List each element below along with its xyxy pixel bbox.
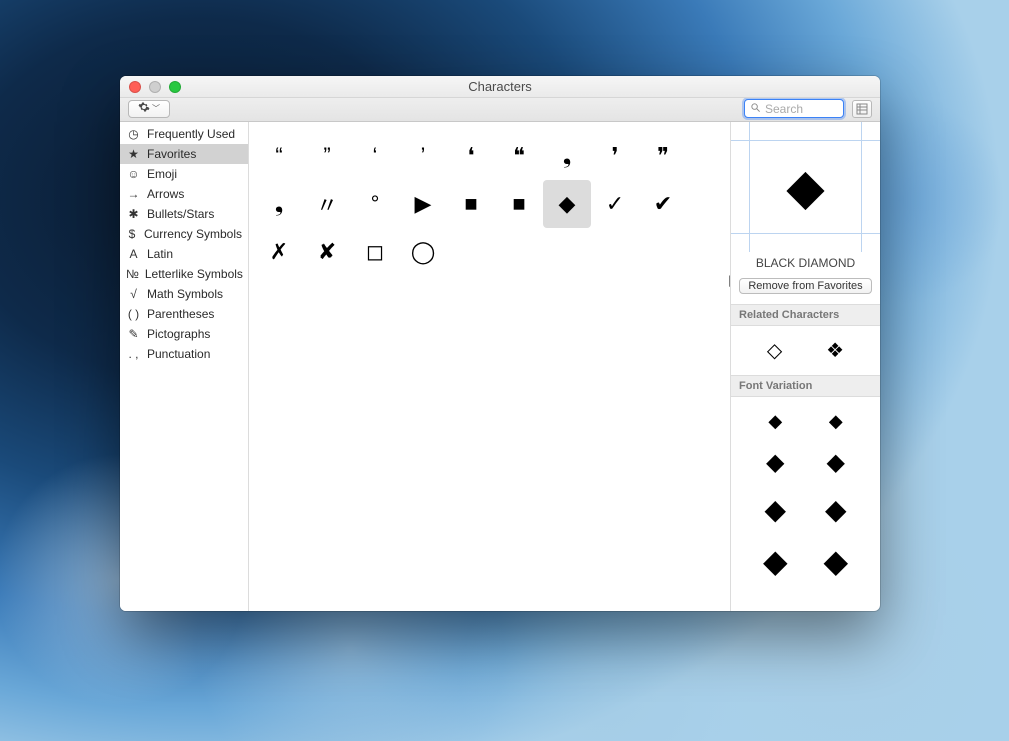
character-cell[interactable]: ■ <box>447 180 495 228</box>
font-variation[interactable]: ◆ <box>829 411 843 432</box>
zoom-window-button[interactable] <box>169 81 181 93</box>
sidebar-item-arrows[interactable]: → Arrows <box>120 184 248 204</box>
gear-icon <box>138 101 150 116</box>
character-cell[interactable]: ❝ <box>495 132 543 180</box>
sidebar-item-label: Latin <box>147 247 173 261</box>
actions-menu-button[interactable]: ﹀ <box>128 100 170 118</box>
character-cell[interactable]: ■ <box>495 180 543 228</box>
sidebar-item-favorites[interactable]: ★ Favorites <box>120 144 248 164</box>
sidebar-item-label: Punctuation <box>147 347 210 361</box>
latin-icon: A <box>126 247 141 261</box>
character-cell[interactable]: ✔ <box>639 180 687 228</box>
pictograph-icon: ✎ <box>126 327 141 341</box>
character-cell[interactable]: ❛ <box>447 132 495 180</box>
sidebar-item-parentheses[interactable]: ( ) Parentheses <box>120 304 248 324</box>
character-cell[interactable]: ✗ <box>255 228 303 276</box>
list-icon <box>856 103 868 115</box>
font-variation-grid: ◆ ◆ ◆ ◆ ◆ ◆ ◆ ◆ <box>731 397 880 588</box>
sidebar-item-bullets-stars[interactable]: ✱ Bullets/Stars <box>120 204 248 224</box>
character-cell[interactable]: 〃 <box>303 180 351 228</box>
related-characters-row: ◇❖ <box>731 326 880 375</box>
sidebar-item-label: Parentheses <box>147 307 214 321</box>
character-cell[interactable]: ❟ <box>543 132 591 180</box>
character-cell[interactable]: “ <box>255 132 303 180</box>
currency-icon: $ <box>126 227 138 241</box>
font-variation[interactable]: ◆ <box>823 542 848 580</box>
sidebar-item-label: Frequently Used <box>147 127 235 141</box>
letterlike-icon: № <box>126 267 139 281</box>
character-cell[interactable]: ❜ <box>591 132 639 180</box>
character-cell[interactable]: ◯ <box>399 228 447 276</box>
sidebar-item-label: Math Symbols <box>147 287 223 301</box>
titlebar: Characters <box>120 76 880 98</box>
punctuation-icon: . , <box>126 347 141 361</box>
related-character[interactable]: ❖ <box>826 338 844 363</box>
font-variation[interactable]: ◆ <box>768 411 782 432</box>
sidebar-item-label: Letterlike Symbols <box>145 267 243 281</box>
character-preview: ◆ <box>731 122 880 252</box>
clock-icon: ◷ <box>126 127 141 141</box>
sidebar-item-latin[interactable]: A Latin <box>120 244 248 264</box>
characters-window: Characters ﹀ <box>120 76 880 611</box>
character-cell[interactable]: ✓ <box>591 180 639 228</box>
font-variation-header: Font Variation <box>731 375 880 397</box>
mouse-cursor <box>729 274 730 292</box>
character-cell[interactable]: ’ <box>399 132 447 180</box>
sidebar-item-label: Emoji <box>147 167 177 181</box>
sidebar-item-label: Bullets/Stars <box>147 207 214 221</box>
search-field[interactable] <box>744 99 844 118</box>
sidebar-item-label: Currency Symbols <box>144 227 242 241</box>
toolbar: ﹀ <box>120 98 880 122</box>
sidebar-item-punctuation[interactable]: . , Punctuation <box>120 344 248 364</box>
desktop-background: Characters ﹀ <box>0 0 1009 741</box>
paren-icon: ( ) <box>126 307 141 321</box>
character-cell[interactable]: ❞ <box>639 132 687 180</box>
sidebar-item-pictographs[interactable]: ✎ Pictographs <box>120 324 248 344</box>
character-cell[interactable]: ▶ <box>399 180 447 228</box>
chevron-down-icon: ﹀ <box>152 103 160 114</box>
sidebar-item-math-symbols[interactable]: √ Math Symbols <box>120 284 248 304</box>
font-variation[interactable]: ◆ <box>827 448 845 477</box>
arrow-icon: → <box>126 187 141 201</box>
emoji-icon: ☺ <box>126 167 141 181</box>
sidebar-item-frequently-used[interactable]: ◷ Frequently Used <box>120 124 248 144</box>
related-character[interactable]: ◇ <box>767 338 782 363</box>
sidebar-item-label: Favorites <box>147 147 196 161</box>
related-characters-header: Related Characters <box>731 304 880 326</box>
sidebar-item-label: Pictographs <box>147 327 210 341</box>
math-icon: √ <box>126 287 141 301</box>
sidebar-item-letterlike-symbols[interactable]: № Letterlike Symbols <box>120 264 248 284</box>
character-name: BLACK DIAMOND <box>731 252 880 278</box>
sidebar-item-currency-symbols[interactable]: $ Currency Symbols <box>120 224 248 244</box>
info-panel: ◆ BLACK DIAMOND Remove from Favorites Re… <box>730 122 880 611</box>
character-grid-area: “”‘’❛❝❟❜❞❟〃°▶■■◆✓✔✗✘◻◯ <box>249 122 730 611</box>
font-variation[interactable]: ◆ <box>764 493 786 526</box>
character-cell[interactable]: ◻ <box>351 228 399 276</box>
remove-from-favorites-button[interactable]: Remove from Favorites <box>739 278 871 294</box>
character-cell[interactable]: ° <box>351 180 399 228</box>
preview-glyph: ◆ <box>786 162 824 212</box>
window-title: Characters <box>120 76 880 98</box>
content-area: ◷ Frequently Used ★ Favorites ☺ Emoji → Arrows ✱… <box>120 122 880 611</box>
sidebar-item-label: Arrows <box>147 187 184 201</box>
character-cell[interactable]: ‘ <box>351 132 399 180</box>
character-cell[interactable]: ❟ <box>255 180 303 228</box>
minimize-window-button[interactable] <box>149 81 161 93</box>
traffic-lights <box>120 81 181 93</box>
close-window-button[interactable] <box>129 81 141 93</box>
category-sidebar: ◷ Frequently Used ★ Favorites ☺ Emoji → Arrows ✱… <box>120 122 249 611</box>
star-icon: ★ <box>126 147 141 161</box>
font-variation[interactable]: ◆ <box>766 448 784 477</box>
font-variation[interactable]: ◆ <box>763 542 788 580</box>
character-cell[interactable]: ✘ <box>303 228 351 276</box>
character-grid: “”‘’❛❝❟❜❞❟〃°▶■■◆✓✔✗✘◻◯ <box>255 132 724 276</box>
bullet-icon: ✱ <box>126 207 141 221</box>
sidebar-item-emoji[interactable]: ☺ Emoji <box>120 164 248 184</box>
character-cell[interactable]: ” <box>303 132 351 180</box>
search-icon <box>750 101 761 116</box>
list-view-toggle[interactable] <box>852 100 872 118</box>
font-variation[interactable]: ◆ <box>825 493 847 526</box>
character-cell[interactable]: ◆ <box>543 180 591 228</box>
